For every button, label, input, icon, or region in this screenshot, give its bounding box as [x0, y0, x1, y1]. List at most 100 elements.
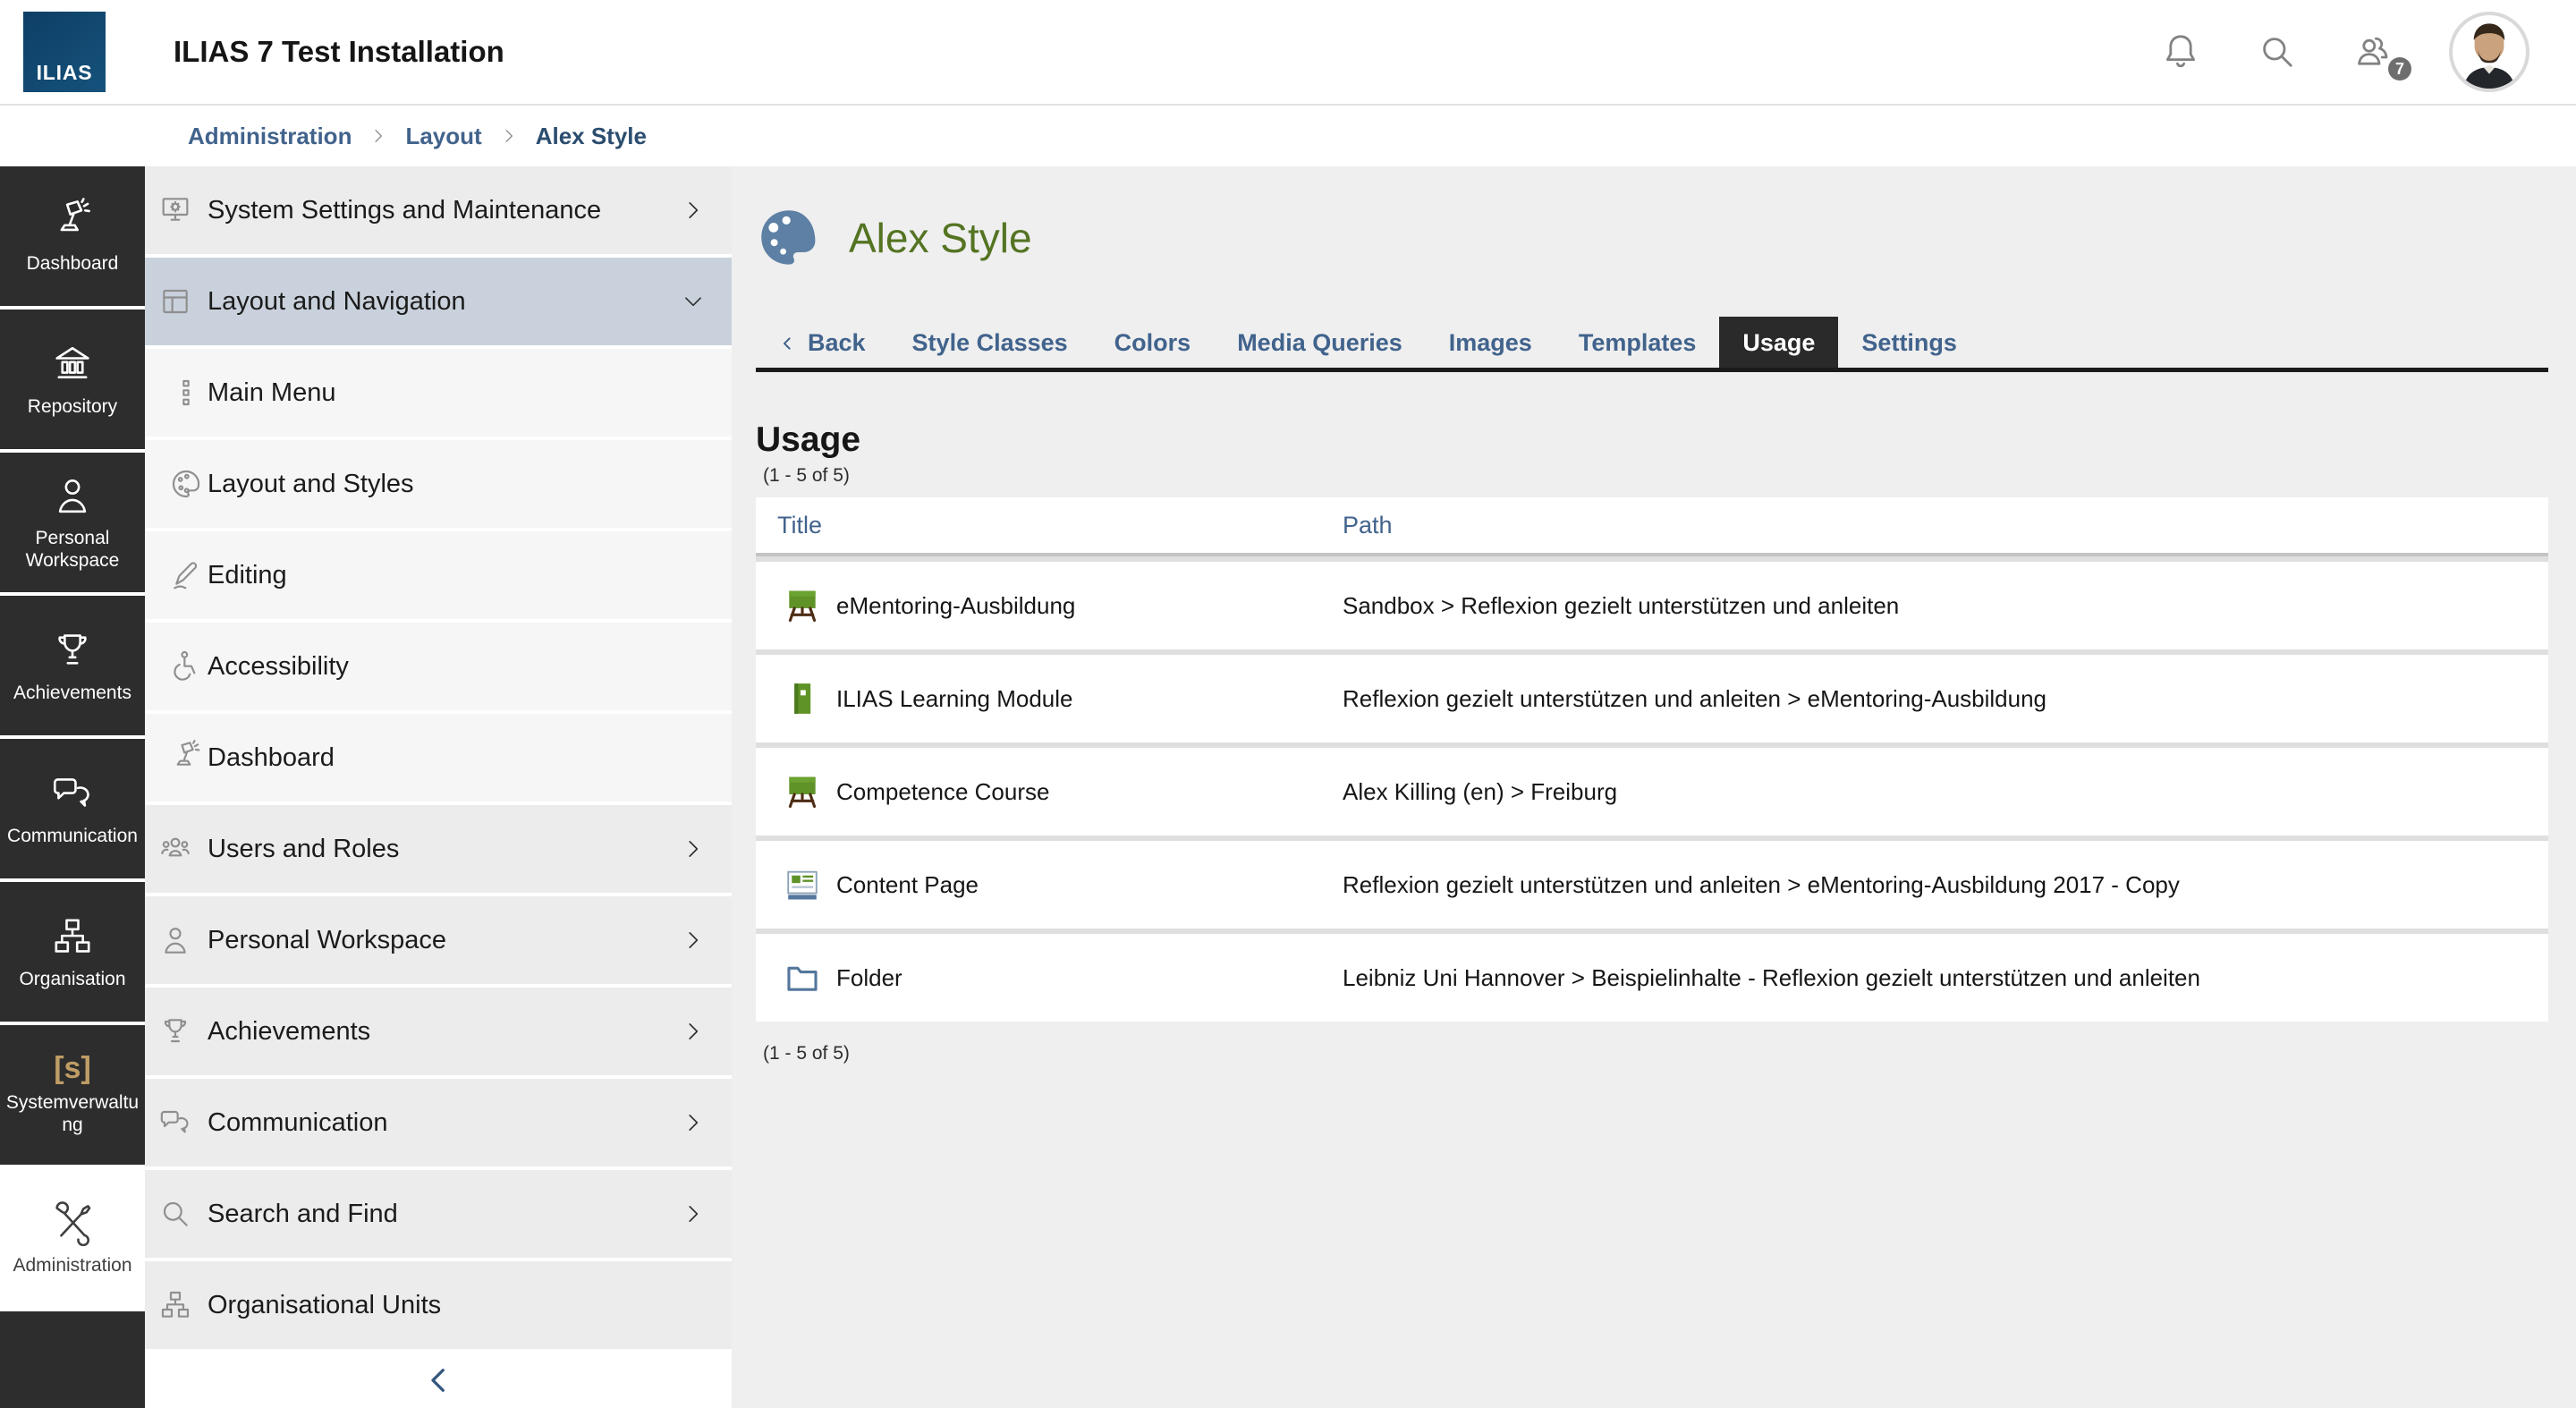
table-row: Competence Course Alex Killing (en) > Fr… [756, 748, 2548, 835]
users-icon [157, 831, 193, 867]
accessibility-icon [168, 649, 204, 684]
object-path: Leibniz Uni Hannover > Beispielinhalte -… [1321, 964, 2548, 992]
submenu-item-communication[interactable]: Communication [145, 1079, 732, 1166]
sidebar-item-dashboard[interactable]: Dashboard [0, 166, 145, 306]
chevron-right-icon [682, 835, 705, 863]
person-icon [157, 922, 193, 958]
main-sidebar: Dashboard Repository Personal Workspace … [0, 166, 145, 1408]
top-bar: ILIAS ILIAS 7 Test Installation 7 [0, 0, 2576, 106]
submenu-item-system-settings[interactable]: System Settings and Maintenance [145, 166, 732, 254]
layout-icon [157, 284, 193, 319]
table-row: eMentoring-Ausbildung Sandbox > Reflexio… [756, 562, 2548, 649]
submenu-item-layout-and-styles[interactable]: Layout and Styles [145, 440, 732, 528]
page-title: Alex Style [849, 214, 1032, 262]
trophy-icon [157, 1014, 193, 1049]
repository-icon [49, 341, 96, 387]
app-title: ILIAS 7 Test Installation [174, 35, 504, 69]
who-is-online-icon[interactable]: 7 [2352, 30, 2395, 73]
chat-icon [157, 1105, 193, 1141]
sidebar-item-administration[interactable]: Administration [0, 1168, 145, 1308]
submenu-item-editing[interactable]: Editing [145, 531, 732, 619]
tab-back[interactable]: Back [756, 320, 889, 368]
submenu-item-layout-and-navigation[interactable]: Layout and Navigation [145, 258, 732, 345]
sidebar-item-personal-workspace[interactable]: Personal Workspace [0, 453, 145, 592]
course-icon [783, 772, 822, 811]
result-range-bottom: (1 - 5 of 5) [756, 1043, 2548, 1064]
tab-style-classes[interactable]: Style Classes [889, 320, 1091, 368]
sidebar-item-achievements[interactable]: Achievements [0, 596, 145, 735]
table-row: Folder Leibniz Uni Hannover > Beispielin… [756, 934, 2548, 1022]
sidebar-item-organisation[interactable]: Organisation [0, 882, 145, 1022]
tab-bar: Back Style Classes Colors Media Queries … [756, 317, 2548, 372]
submenu-item-personal-workspace[interactable]: Personal Workspace [145, 896, 732, 984]
chevron-right-icon [369, 125, 387, 147]
breadcrumb: Administration Layout Alex Style [0, 106, 2576, 166]
column-header-title[interactable]: Title [756, 512, 1321, 539]
tab-images[interactable]: Images [1426, 320, 1555, 368]
desk-lamp-icon [168, 740, 204, 776]
chevron-right-icon [682, 1200, 705, 1228]
person-icon [49, 472, 96, 519]
top-bar-actions: 7 [2159, 12, 2529, 92]
bell-icon[interactable] [2159, 30, 2202, 73]
object-title: Competence Course [836, 778, 1049, 806]
ilias-logo[interactable]: ILIAS [23, 12, 106, 92]
submenu-item-achievements[interactable]: Achievements [145, 988, 732, 1075]
trophy-icon [49, 627, 96, 674]
tab-settings[interactable]: Settings [1838, 320, 1980, 368]
s-bracket-icon: [s] [54, 1053, 91, 1083]
submenu-item-dashboard[interactable]: Dashboard [145, 714, 732, 802]
chevron-right-icon [682, 1017, 705, 1046]
collapse-submenu-button[interactable] [145, 1353, 732, 1408]
magnifier-icon [157, 1196, 193, 1232]
table-row: Content Page Reflexion gezielt unterstüt… [756, 841, 2548, 929]
palette-icon [756, 206, 822, 270]
usage-table: Title Path eMentoring-Ausbildung Sandbox… [756, 497, 2548, 1022]
main-content: Alex Style Back Style Classes Colors Med… [732, 166, 2576, 1408]
course-icon [783, 586, 822, 625]
object-title: eMentoring-Ausbildung [836, 592, 1075, 620]
chevron-down-icon [682, 287, 705, 316]
result-range-top: (1 - 5 of 5) [756, 465, 2548, 487]
tab-usage[interactable]: Usage [1719, 317, 1838, 368]
submenu-item-main-menu[interactable]: Main Menu [145, 349, 732, 437]
chevron-right-icon [500, 125, 518, 147]
submenu-item-accessibility[interactable]: Accessibility [145, 623, 732, 710]
breadcrumb-administration[interactable]: Administration [188, 123, 352, 150]
chat-icon [49, 770, 96, 817]
object-title: ILIAS Learning Module [836, 685, 1073, 713]
column-header-path[interactable]: Path [1321, 512, 2548, 539]
search-icon[interactable] [2256, 30, 2299, 73]
sidebar-item-systemverwaltung[interactable]: [s] Systemverwaltung [0, 1025, 145, 1165]
sidebar-item-communication[interactable]: Communication [0, 739, 145, 878]
tab-templates[interactable]: Templates [1555, 320, 1720, 368]
sidebar-filler [0, 1311, 145, 1408]
user-avatar[interactable] [2449, 12, 2529, 92]
submenu-item-users-and-roles[interactable]: Users and Roles [145, 805, 732, 893]
online-count-badge: 7 [2388, 57, 2411, 81]
chevron-right-icon [682, 196, 705, 225]
submenu-item-organisational-units[interactable]: Organisational Units [145, 1261, 732, 1349]
sidebar-item-repository[interactable]: Repository [0, 310, 145, 449]
breadcrumb-layout[interactable]: Layout [405, 123, 481, 150]
chevron-right-icon [682, 1108, 705, 1137]
object-path: Reflexion gezielt unterstützen und anlei… [1321, 685, 2548, 713]
submenu-item-search-and-find[interactable]: Search and Find [145, 1170, 732, 1258]
breadcrumb-alex-style[interactable]: Alex Style [536, 123, 647, 150]
palette-icon [168, 466, 204, 502]
tools-icon [49, 1200, 96, 1246]
object-title: Content Page [836, 871, 979, 899]
desk-lamp-icon [49, 198, 96, 244]
ilias-app: ILIAS ILIAS 7 Test Installation 7 Admini… [0, 0, 2576, 1408]
monitor-gear-icon [157, 192, 193, 228]
learning-module-icon [783, 679, 822, 718]
tab-media-queries[interactable]: Media Queries [1214, 320, 1426, 368]
object-path: Alex Killing (en) > Freiburg [1321, 778, 2548, 806]
chevron-left-icon [779, 333, 795, 354]
org-chart-icon [157, 1287, 193, 1323]
list-icon [168, 375, 204, 411]
pen-icon [168, 557, 204, 593]
tab-colors[interactable]: Colors [1091, 320, 1215, 368]
administration-submenu: System Settings and Maintenance Layout a… [145, 166, 732, 1408]
page-header: Alex Style [756, 206, 2548, 270]
